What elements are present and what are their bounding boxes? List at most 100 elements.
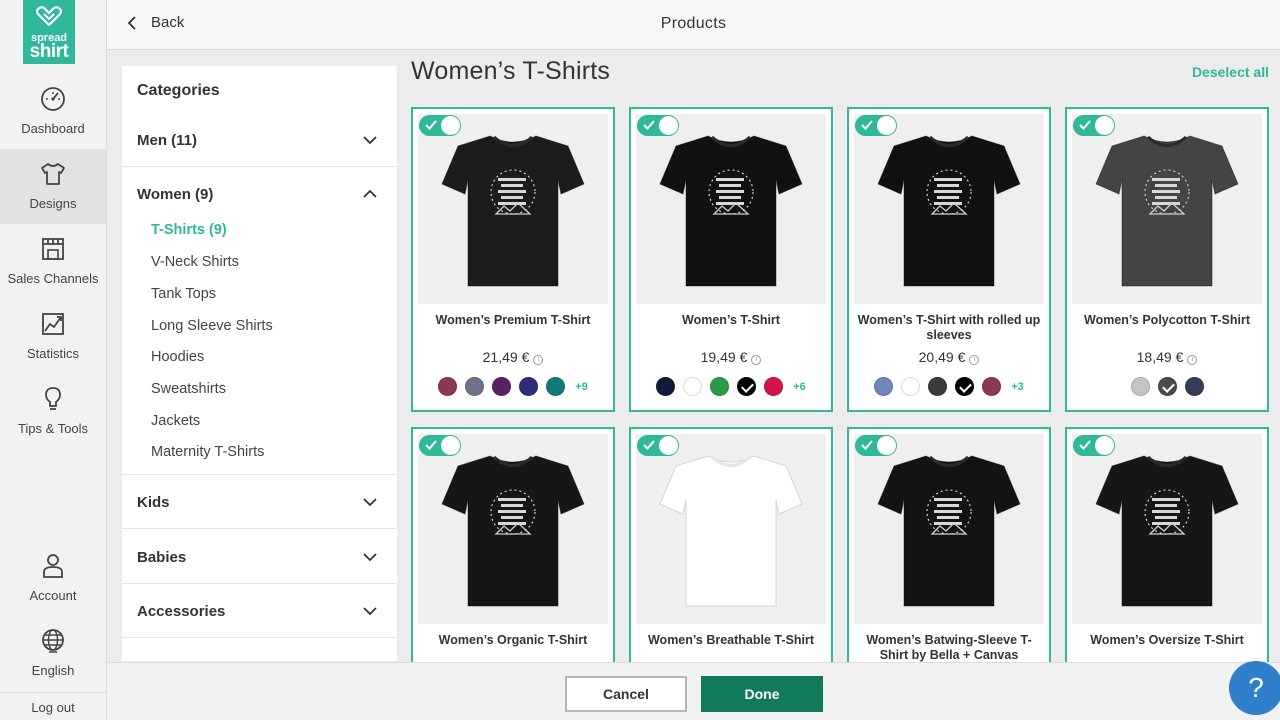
color-swatch[interactable] bbox=[656, 377, 676, 396]
color-swatch[interactable] bbox=[683, 377, 703, 396]
product-card[interactable]: Women’s Breathable T-Shirt bbox=[629, 427, 833, 667]
spreadshirt-logo[interactable]: spread shirt bbox=[23, 0, 75, 64]
color-swatch[interactable] bbox=[955, 377, 975, 396]
chevron-up-icon bbox=[363, 189, 377, 198]
nav-statistics[interactable]: Statistics bbox=[0, 299, 106, 374]
product-price-row: 19,49 € i bbox=[631, 349, 831, 365]
tshirt-image bbox=[877, 455, 1021, 607]
category-accessories[interactable]: Accessories bbox=[122, 584, 397, 638]
chart-icon bbox=[42, 313, 64, 335]
category-men-label: Men (11) bbox=[137, 132, 198, 149]
nav-designs[interactable]: Designs bbox=[0, 149, 106, 224]
subcategory-long-sleeve[interactable]: Long Sleeve Shirts bbox=[151, 318, 273, 334]
logout-link[interactable]: Log out bbox=[0, 692, 106, 720]
category-kids[interactable]: Kids bbox=[122, 475, 397, 529]
page-title: Products bbox=[660, 15, 727, 32]
color-swatches: +9 bbox=[413, 377, 613, 396]
category-women[interactable]: Women (9) bbox=[122, 167, 397, 221]
product-toggle[interactable] bbox=[1073, 115, 1115, 136]
product-name: Women’s Oversize T-Shirt bbox=[1090, 633, 1244, 647]
color-swatch[interactable] bbox=[1130, 377, 1150, 396]
category-men[interactable]: Men (11) bbox=[122, 113, 397, 167]
check-icon bbox=[861, 120, 873, 130]
toggle-knob bbox=[441, 436, 460, 455]
nav-language-label: English bbox=[31, 663, 75, 678]
tshirt-icon bbox=[41, 163, 65, 185]
category-babies[interactable]: Babies bbox=[122, 530, 397, 584]
nav-dashboard[interactable]: Dashboard bbox=[0, 74, 106, 149]
product-card[interactable]: Women’s Organic T-Shirt bbox=[411, 427, 615, 667]
info-icon[interactable]: i bbox=[969, 355, 980, 365]
nav-account[interactable]: Account bbox=[0, 541, 106, 616]
color-swatch[interactable] bbox=[1184, 377, 1204, 396]
chevron-down-icon bbox=[363, 607, 377, 616]
info-icon[interactable]: i bbox=[1187, 355, 1198, 365]
product-name: Women’s T-Shirt with rolled up sleeves bbox=[857, 313, 1041, 342]
chevron-down-icon bbox=[363, 553, 377, 562]
info-icon[interactable]: i bbox=[751, 355, 762, 365]
deselect-all-link[interactable]: Deselect all bbox=[1192, 64, 1269, 80]
color-swatch[interactable] bbox=[874, 377, 894, 396]
product-toggle[interactable] bbox=[419, 435, 461, 456]
tshirt-image bbox=[441, 455, 585, 607]
check-icon bbox=[425, 440, 437, 450]
product-toggle[interactable] bbox=[855, 435, 897, 456]
check-icon bbox=[643, 440, 655, 450]
color-swatch[interactable] bbox=[1157, 377, 1177, 396]
product-toggle[interactable] bbox=[419, 115, 461, 136]
tshirt-image bbox=[441, 135, 585, 287]
subcategory-tank-tops[interactable]: Tank Tops bbox=[151, 286, 216, 302]
product-name: Women’s Premium T-Shirt bbox=[435, 313, 591, 327]
more-colors-link[interactable]: +6 bbox=[793, 381, 806, 393]
product-toggle[interactable] bbox=[637, 435, 679, 456]
toggle-knob bbox=[877, 116, 896, 135]
help-button[interactable]: ? bbox=[1229, 661, 1280, 715]
section-heading: Women’s T-Shirts bbox=[411, 57, 611, 85]
nav-language[interactable]: English bbox=[0, 616, 106, 691]
product-card[interactable]: Women’s T-Shirt 19,49 € i +6 bbox=[629, 107, 833, 412]
done-button[interactable]: Done bbox=[701, 676, 823, 712]
color-swatch[interactable] bbox=[928, 377, 948, 396]
cancel-button[interactable]: Cancel bbox=[565, 676, 687, 712]
color-swatch[interactable] bbox=[519, 377, 539, 396]
logo-text-bottom: shirt bbox=[29, 41, 69, 62]
color-swatch[interactable] bbox=[764, 377, 784, 396]
product-price: 20,49 € bbox=[918, 349, 966, 365]
categories-panel: Categories Men (11) Women (9) T-Shirts (… bbox=[122, 66, 397, 661]
subcategory-maternity[interactable]: Maternity T-Shirts bbox=[151, 444, 264, 460]
check-icon bbox=[643, 120, 655, 130]
color-swatch[interactable] bbox=[982, 377, 1002, 396]
nav-tips-tools[interactable]: Tips & Tools bbox=[0, 374, 106, 449]
nav-sales-channels[interactable]: Sales Channels bbox=[0, 224, 106, 299]
product-card[interactable]: Women’s Batwing-Sleeve T-Shirt by Bella … bbox=[847, 427, 1051, 667]
product-card[interactable]: Women’s T-Shirt with rolled up sleeves 20… bbox=[847, 107, 1051, 412]
subcategory-sweatshirts[interactable]: Sweatshirts bbox=[151, 381, 226, 397]
color-swatch[interactable] bbox=[737, 377, 757, 396]
nav-tips-tools-label: Tips & Tools bbox=[17, 421, 89, 436]
product-toggle[interactable] bbox=[1073, 435, 1115, 456]
lightbulb-icon bbox=[45, 387, 61, 410]
nav-dashboard-label: Dashboard bbox=[21, 121, 85, 136]
product-card[interactable]: Women’s Polycotton T-Shirt 18,49 € i bbox=[1065, 107, 1269, 412]
product-image bbox=[636, 114, 826, 304]
info-icon[interactable]: i bbox=[533, 355, 544, 365]
subcategory-t-shirts[interactable]: T-Shirts (9) bbox=[151, 222, 227, 238]
product-toggle[interactable] bbox=[855, 115, 897, 136]
color-swatch[interactable] bbox=[465, 377, 485, 396]
more-colors-link[interactable]: +9 bbox=[575, 381, 588, 393]
product-card[interactable]: Women’s Oversize T-Shirt bbox=[1065, 427, 1269, 667]
color-swatch[interactable] bbox=[901, 377, 921, 396]
product-toggle[interactable] bbox=[637, 115, 679, 136]
more-colors-link[interactable]: +3 bbox=[1011, 381, 1024, 393]
top-bar: Back Products bbox=[107, 0, 1280, 50]
color-swatch[interactable] bbox=[438, 377, 458, 396]
subcategory-jackets[interactable]: Jackets bbox=[151, 413, 200, 429]
color-swatch[interactable] bbox=[546, 377, 566, 396]
category-accessories-label: Accessories bbox=[137, 603, 226, 620]
subcategory-v-neck[interactable]: V-Neck Shirts bbox=[151, 254, 239, 270]
subcategory-hoodies[interactable]: Hoodies bbox=[151, 349, 204, 365]
toggle-knob bbox=[441, 116, 460, 135]
color-swatch[interactable] bbox=[710, 377, 730, 396]
product-card[interactable]: Women’s Premium T-Shirt 21,49 € i +9 bbox=[411, 107, 615, 412]
color-swatch[interactable] bbox=[492, 377, 512, 396]
